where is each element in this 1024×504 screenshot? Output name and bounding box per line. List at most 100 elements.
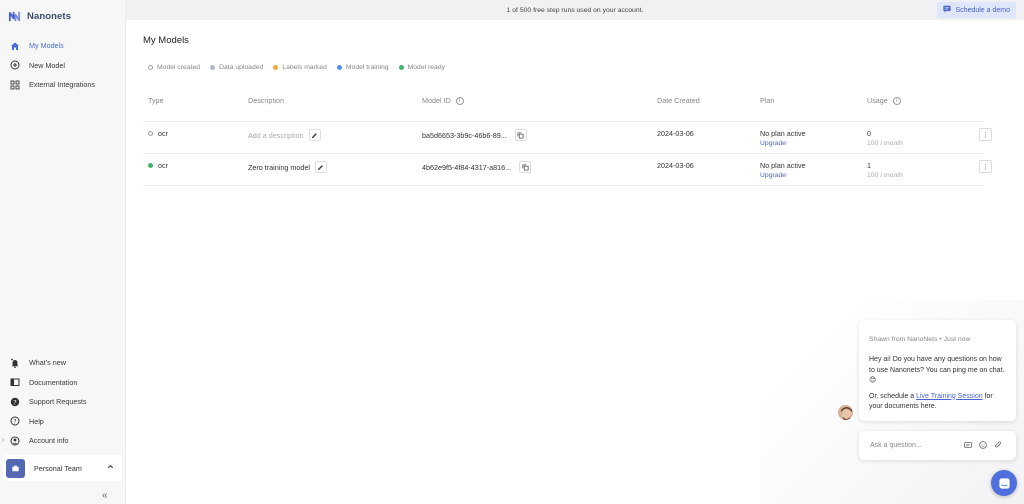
live-training-link[interactable]: Live Training Session	[916, 393, 983, 400]
type-cell: ocr	[148, 129, 168, 138]
sidebar-item-label: New Model	[29, 60, 65, 70]
description-text: Add a description	[248, 130, 304, 140]
chat-sender-name: Shawn from NanoNets	[869, 336, 938, 343]
chat-text: Or, schedule a	[869, 392, 917, 400]
usage-cell: 0	[867, 129, 871, 138]
sidebar-item-label: Help	[29, 416, 44, 426]
usage-cell: 1	[867, 161, 871, 170]
more-options-button[interactable]: ⋮	[979, 160, 992, 173]
chat-message-text-2: Or, schedule a Live Training Session for…	[869, 392, 1006, 413]
column-label: Description	[248, 96, 284, 105]
chat-launcher-button[interactable]	[991, 470, 1017, 496]
table-row[interactable]: ocr Add a description ba5d6653-3b9c-46b6…	[143, 122, 992, 154]
edit-description-button[interactable]	[314, 161, 327, 173]
legend-item-data-uploaded: Data uploaded	[210, 64, 263, 71]
usage-count: 0	[867, 129, 871, 138]
legend-item-model-ready: Model ready	[398, 64, 445, 71]
chat-input-placeholder: Ask a question...	[870, 442, 922, 449]
chat-bubble-icon	[942, 5, 951, 15]
usage-limit: 100 / month	[867, 140, 903, 147]
sidebar-item-support-requests[interactable]: ? Support Requests	[0, 392, 126, 412]
team-icon	[6, 458, 25, 478]
nanonets-logo-icon	[8, 11, 21, 22]
model-type: ocr	[158, 129, 168, 138]
status-dot	[210, 65, 216, 70]
column-label: Usage	[867, 96, 888, 105]
description-text: Zero training model	[248, 162, 310, 172]
column-header-usage: Usage i	[867, 96, 901, 105]
sidebar-item-account-info[interactable]: Account info	[0, 431, 126, 451]
bell-icon	[10, 358, 20, 368]
brand-name: Nanonets	[27, 11, 72, 22]
table-row[interactable]: ocr Zero training model 4b62e9f5-4f84-43…	[143, 154, 992, 186]
chevron-right-icon[interactable]: ›	[2, 437, 4, 444]
sidebar: Nanonets My Models New Model External In…	[0, 0, 126, 504]
home-icon	[10, 41, 20, 51]
emoji-icon[interactable]	[979, 441, 987, 449]
model-id-text: 4b62e9f5-4f84-4317-a816...	[422, 162, 512, 172]
description-cell: Add a description	[248, 129, 321, 141]
legend-label: Data uploaded	[219, 64, 264, 71]
sidebar-item-external-integrations[interactable]: External Integrations	[0, 75, 126, 95]
column-header-plan: Plan	[760, 96, 774, 105]
sidebar-item-label: What's new	[29, 358, 66, 368]
sidebar-bottom-nav: What's new Documentation ? Support Reque…	[0, 353, 126, 451]
agent-avatar	[837, 404, 854, 421]
sidebar-item-new-model[interactable]: New Model	[0, 56, 126, 76]
sidebar-item-label: External Integrations	[29, 80, 95, 90]
question-icon: ?	[10, 397, 20, 407]
date-cell: 2024-03-06	[657, 129, 694, 138]
team-switcher[interactable]: Personal Team	[3, 455, 122, 481]
book-icon	[10, 377, 20, 387]
sidebar-item-label: Documentation	[29, 377, 78, 387]
sidebar-item-help[interactable]: ? Help	[0, 412, 126, 432]
status-legend: Model created Data uploaded Labels marke…	[148, 64, 445, 71]
gif-icon[interactable]	[964, 441, 972, 449]
chat-input[interactable]: Ask a question...	[859, 431, 1016, 460]
legend-item-labels-marked: Labels marked	[273, 64, 327, 71]
user-circle-icon	[10, 436, 20, 446]
column-header-date-created: Date Created	[657, 96, 700, 105]
upgrade-link[interactable]: Upgrade	[760, 140, 786, 147]
description-cell: Zero training model	[248, 161, 327, 173]
more-options-button[interactable]: ⋮	[979, 128, 992, 141]
info-icon[interactable]: i	[892, 96, 901, 105]
chat-tools	[964, 441, 1002, 449]
model-id-cell: 4b62e9f5-4f84-4317-a816...	[422, 161, 532, 173]
pencil-icon	[318, 164, 324, 170]
usage-banner: 1 of 500 free step runs used on your acc…	[126, 0, 1024, 20]
model-id-cell: ba5d6653-3b9c-46b6-89...	[422, 129, 527, 141]
copy-id-button[interactable]	[519, 161, 532, 173]
sidebar-item-whats-new[interactable]: What's new	[0, 353, 126, 373]
upgrade-link[interactable]: Upgrade	[760, 172, 786, 179]
copy-id-button[interactable]	[514, 129, 527, 141]
column-header-model-id: Model ID i	[422, 96, 464, 105]
table-header: Type Description Model ID i Date Created …	[143, 92, 983, 122]
chat-time: Just now	[943, 336, 971, 343]
sidebar-item-label: Account info	[29, 436, 69, 446]
sidebar-item-my-models[interactable]: My Models	[0, 36, 126, 56]
sidebar-item-label: Support Requests	[29, 397, 87, 407]
chevron-up-icon[interactable]	[107, 463, 114, 472]
plus-circle-icon	[10, 60, 20, 70]
attachment-icon[interactable]	[994, 441, 1002, 449]
info-icon[interactable]: i	[455, 96, 464, 105]
brand-logo[interactable]: Nanonets	[8, 10, 71, 23]
legend-item-model-created: Model created	[148, 64, 200, 71]
column-header-type: Type	[148, 96, 164, 105]
chat-message-card[interactable]: Shawn from NanoNets • Just now Hey ai! D…	[859, 320, 1016, 421]
status-dot	[398, 65, 404, 70]
status-dot	[273, 65, 279, 70]
status-dot	[148, 163, 153, 168]
column-label: Date Created	[657, 96, 700, 105]
column-label: Plan	[760, 96, 775, 105]
column-label: Model ID	[422, 96, 451, 105]
edit-description-button[interactable]	[308, 129, 321, 141]
column-header-description: Description	[248, 96, 284, 105]
schedule-demo-button[interactable]: Schedule a demo	[936, 2, 1016, 18]
legend-item-model-training: Model training	[336, 64, 389, 71]
status-dot	[148, 65, 153, 70]
collapse-sidebar-icon[interactable]: «	[102, 490, 108, 501]
sidebar-item-documentation[interactable]: Documentation	[0, 373, 126, 393]
messenger-icon	[998, 477, 1010, 489]
